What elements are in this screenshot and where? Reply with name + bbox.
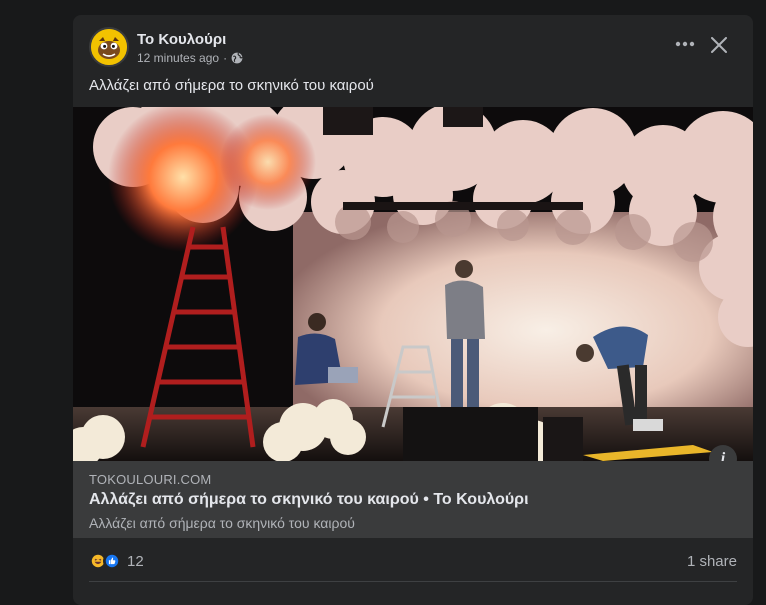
- avatar-mascot-icon: [91, 29, 127, 65]
- post-footer: 12 1 share: [89, 545, 737, 577]
- link-domain: TOKOULOURI.COM: [89, 472, 212, 487]
- post-message: Αλλάζει από σήμερα το σκηνικό του καιρού: [89, 77, 374, 94]
- link-description: Αλλάζει από σήμερα το σκηνικό του καιρού: [89, 515, 355, 531]
- footer-divider: [89, 581, 737, 582]
- page-avatar[interactable]: [89, 27, 129, 67]
- stage-photo: [73, 107, 753, 461]
- reactions-summary[interactable]: 12: [89, 552, 144, 570]
- reaction-count: 12: [127, 552, 144, 570]
- close-button[interactable]: [707, 33, 731, 57]
- link-title[interactable]: Αλλάζει από σήμερα το σκηνικό του καιρού…: [89, 491, 529, 509]
- shares-count[interactable]: 1 share: [687, 553, 737, 570]
- post-timestamp[interactable]: 12 minutes ago: [137, 51, 219, 65]
- like-icon: [103, 552, 121, 570]
- more-horizontal-icon: [675, 41, 695, 47]
- page-name-link[interactable]: Το Κουλούρι: [137, 30, 243, 49]
- meta-separator: ·: [223, 50, 228, 65]
- more-options-button[interactable]: [671, 33, 699, 55]
- link-preview-box[interactable]: TOKOULOURI.COM Αλλάζει από σήμερα το σκη…: [73, 461, 753, 538]
- link-preview-image[interactable]: [73, 107, 753, 461]
- post-header: Το Κουλούρι 12 minutes ago ·: [89, 27, 243, 67]
- post-card: Το Κουλούρι 12 minutes ago · Αλλάζει από…: [73, 15, 753, 605]
- close-icon: [711, 37, 727, 53]
- globe-icon[interactable]: [231, 52, 243, 64]
